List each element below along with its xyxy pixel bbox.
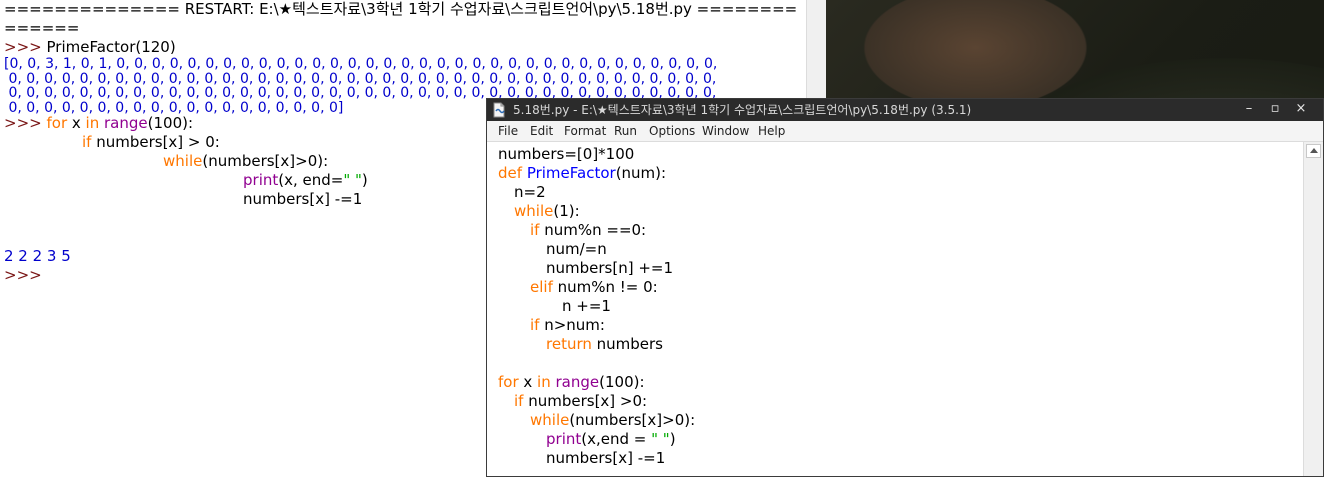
def-keyword: def	[498, 164, 523, 182]
while-keyword: while	[514, 202, 554, 220]
restart-banner-tail: ======	[4, 19, 80, 37]
print-args: (x, end=	[278, 171, 344, 189]
shell-command: PrimeFactor(120)	[46, 38, 176, 56]
restart-banner: ============== RESTART: E:\★텍스트자료\3학년 1학…	[4, 0, 798, 18]
editor-scrollbar[interactable]	[1303, 142, 1323, 476]
code-line: if n>num:	[530, 316, 605, 335]
if-condition: num%n ==0:	[539, 221, 647, 239]
print-builtin: print	[243, 171, 279, 189]
menu-edit[interactable]: Edit	[530, 121, 553, 141]
while-condition: (numbers[x]>0):	[202, 152, 329, 170]
menu-format[interactable]: Format	[564, 121, 606, 141]
range-args: (100):	[599, 373, 645, 391]
code-line: print(x,end = " ")	[546, 430, 676, 449]
code-line: n +=1	[562, 297, 611, 315]
range-builtin: range	[555, 373, 600, 391]
code-line: while(1):	[514, 202, 580, 221]
editor-window: 5.18번.py - E:\★텍스트자료\3학년 1학기 수업자료\스크립트언어…	[486, 98, 1324, 477]
minimize-button[interactable]: –	[1237, 99, 1261, 121]
while-condition: (1):	[553, 202, 580, 220]
code-line: if num%n ==0:	[530, 221, 646, 240]
result-output: 2 2 2 3 5	[4, 247, 71, 265]
for-var: x	[518, 373, 538, 391]
print-args: (x,end =	[581, 430, 652, 448]
code-line: for x in range(100):	[498, 373, 645, 392]
if-condition: numbers[x] > 0:	[91, 133, 220, 151]
shell-while-line: while(numbers[x]>0):	[163, 152, 328, 171]
code-line: numbers[n] +=1	[546, 259, 674, 277]
if-condition: numbers[x] >0:	[523, 392, 648, 410]
list-output-line: 0, 0, 0, 0, 0, 0, 0, 0, 0, 0, 0, 0, 0, 0…	[4, 99, 344, 116]
range-args: (100):	[147, 114, 194, 132]
menu-run[interactable]: Run	[614, 121, 637, 141]
for-keyword: for	[46, 114, 68, 132]
in-keyword: in	[537, 373, 551, 391]
while-keyword: while	[530, 411, 570, 429]
close-button[interactable]: ×	[1289, 99, 1313, 121]
print-builtin: print	[546, 430, 582, 448]
list-output-line: [0, 0, 3, 1, 0, 1, 0, 0, 0, 0, 0, 0, 0, …	[4, 56, 718, 72]
code-line: n=2	[514, 183, 546, 201]
menu-file[interactable]: File	[498, 121, 518, 141]
return-keyword: return	[546, 335, 592, 353]
print-close: )	[669, 430, 676, 448]
code-line: numbers=[0]*100	[498, 145, 635, 163]
menu-help[interactable]: Help	[758, 121, 785, 141]
idle-file-icon	[493, 102, 505, 118]
code-line: def PrimeFactor(num):	[498, 164, 666, 183]
range-builtin: range	[104, 114, 148, 132]
menu-window[interactable]: Window	[702, 121, 749, 141]
shell-current-prompt[interactable]: >>>	[4, 266, 42, 285]
elif-keyword: elif	[530, 278, 553, 296]
function-name: PrimeFactor	[526, 164, 616, 182]
editor-titlebar[interactable]: 5.18번.py - E:\★텍스트자료\3학년 1학기 수업자료\스크립트언어…	[487, 99, 1323, 121]
shell-input-line: >>> PrimeFactor(120)	[4, 38, 176, 57]
for-var: x	[67, 114, 86, 132]
while-condition: (numbers[x]>0):	[569, 411, 696, 429]
code-line: elif num%n != 0:	[530, 278, 658, 297]
shell-for-line: >>> for x in range(100):	[4, 114, 193, 133]
menu-options[interactable]: Options	[649, 121, 695, 141]
shell-if-line: if numbers[x] > 0:	[82, 133, 220, 152]
function-params: (num):	[615, 164, 667, 182]
shell-prompt: >>>	[4, 266, 42, 284]
shell-prompt: >>>	[4, 114, 42, 132]
shell-print-line: print(x, end=" ")	[243, 171, 368, 190]
code-line: while(numbers[x]>0):	[530, 411, 695, 430]
for-keyword: for	[498, 373, 519, 391]
elif-condition: num%n != 0:	[552, 278, 658, 296]
shell-decrement-line: numbers[x] -=1	[243, 190, 363, 208]
while-keyword: while	[163, 152, 203, 170]
code-line: if numbers[x] >0:	[514, 392, 647, 411]
maximize-button[interactable]: ▫	[1263, 99, 1287, 121]
code-line: numbers[x] -=1	[546, 449, 666, 467]
code-line: num/=n	[546, 240, 607, 258]
in-keyword: in	[85, 114, 100, 132]
scroll-up-arrow-icon[interactable]	[1306, 144, 1321, 158]
editor-menubar: File Edit Format Run Options Window Help	[487, 121, 1323, 142]
code-editor[interactable]: numbers=[0]*100 def PrimeFactor(num): n=…	[487, 142, 1299, 476]
print-string: " "	[343, 171, 362, 189]
print-close: )	[361, 171, 368, 189]
editor-title: 5.18번.py - E:\★텍스트자료\3학년 1학기 수업자료\스크립트언어…	[513, 103, 972, 117]
code-line: return numbers	[546, 335, 663, 354]
return-value: numbers	[591, 335, 664, 353]
print-string: " "	[651, 430, 670, 448]
shell-prompt: >>>	[4, 38, 42, 56]
if-condition: n>num:	[539, 316, 605, 334]
